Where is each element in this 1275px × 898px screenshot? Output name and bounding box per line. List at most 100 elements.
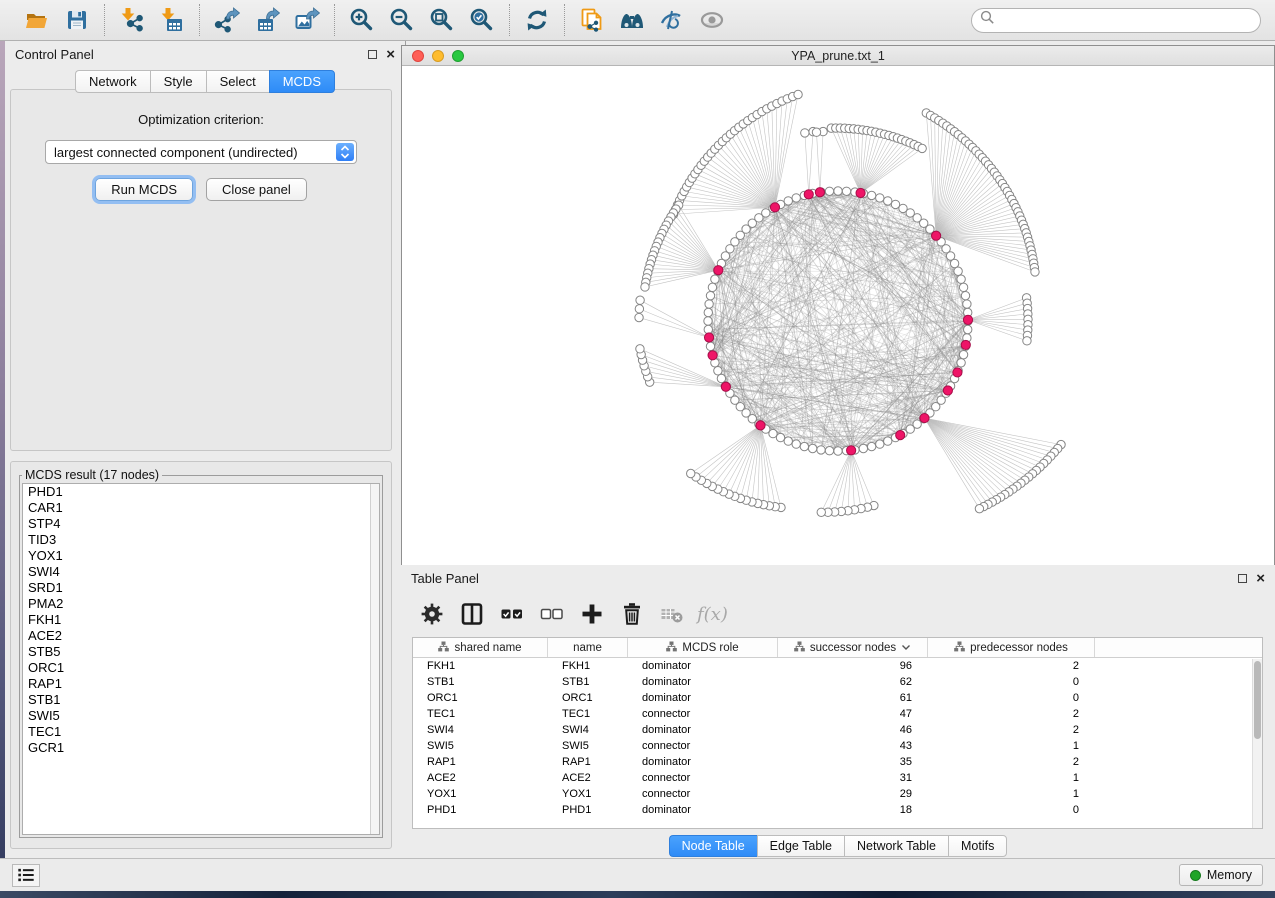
control-panel-tabs: NetworkStyleSelectMCDS	[5, 70, 405, 93]
control-panel-title: Control Panel	[15, 47, 94, 62]
network-window-titlebar[interactable]: YPA_prune.txt_1	[402, 46, 1274, 66]
tab-motifs[interactable]: Motifs	[948, 835, 1007, 857]
hide-panel-icon[interactable]	[656, 4, 688, 36]
mcds-list-scrollbar[interactable]	[370, 484, 379, 834]
refresh-icon[interactable]	[521, 4, 553, 36]
tab-edge-table[interactable]: Edge Table	[757, 835, 844, 857]
mcds-result-item[interactable]: PMA2	[23, 596, 379, 612]
import-table-icon[interactable]	[156, 4, 188, 36]
mcds-result-item[interactable]: SRD1	[23, 580, 379, 596]
close-panel-icon[interactable]: ×	[386, 47, 395, 62]
graph-node	[876, 440, 884, 448]
float-table-panel-icon[interactable]	[1238, 574, 1247, 583]
table-row[interactable]: SWI4SWI4dominator462	[413, 722, 1262, 738]
column-header-name[interactable]: name	[548, 638, 628, 657]
column-header-MCDS-role[interactable]: MCDS role	[628, 638, 778, 657]
binoculars-icon[interactable]	[616, 4, 648, 36]
clone-network-icon[interactable]	[576, 4, 608, 36]
tab-style[interactable]: Style	[150, 70, 206, 93]
show-eye-icon[interactable]	[696, 4, 728, 36]
close-panel-button[interactable]: Close panel	[206, 178, 307, 201]
mcds-result-item[interactable]: STB1	[23, 692, 379, 708]
mcds-result-item[interactable]: ACE2	[23, 628, 379, 644]
column-header-shared-name[interactable]: shared name	[413, 638, 548, 657]
zoom-out-icon[interactable]	[386, 4, 418, 36]
mcds-result-item[interactable]: SWI5	[23, 708, 379, 724]
close-table-panel-icon[interactable]: ×	[1256, 571, 1265, 586]
cell-successor-nodes: 29	[778, 786, 928, 802]
network-graph-canvas[interactable]	[402, 66, 1274, 565]
column-header-predecessor-nodes[interactable]: predecessor nodes	[928, 638, 1095, 657]
mcds-result-item[interactable]: FKH1	[23, 612, 379, 628]
graph-node	[975, 504, 983, 512]
save-session-icon[interactable]	[61, 4, 93, 36]
tab-mcds[interactable]: MCDS	[269, 70, 335, 93]
column-header-successor-nodes[interactable]: successor nodes	[778, 638, 928, 657]
mcds-result-item[interactable]: TEC1	[23, 724, 379, 740]
table-row[interactable]: SWI5SWI5connector431	[413, 738, 1262, 754]
mcds-result-item[interactable]: STP4	[23, 516, 379, 532]
table-row[interactable]: ACE2ACE2connector311	[413, 770, 1262, 786]
dominator-node	[847, 446, 856, 455]
table-scrollbar[interactable]	[1252, 659, 1262, 829]
tab-network-table[interactable]: Network Table	[844, 835, 948, 857]
dominator-node	[953, 368, 962, 377]
table-row[interactable]: TEC1TEC1connector472	[413, 706, 1262, 722]
graph-node	[704, 325, 712, 333]
table-row[interactable]: ORC1ORC1dominator610	[413, 690, 1262, 706]
mcds-result-item[interactable]: GCR1	[23, 740, 379, 756]
table-row[interactable]: PHD1PHD1dominator180	[413, 802, 1262, 818]
window-minimize-icon[interactable]	[432, 50, 444, 62]
control-panel-header: Control Panel ×	[5, 41, 405, 67]
open-file-icon[interactable]	[21, 4, 53, 36]
mcds-result-item[interactable]: TID3	[23, 532, 379, 548]
tab-select[interactable]: Select	[206, 70, 269, 93]
run-mcds-button[interactable]: Run MCDS	[95, 178, 193, 201]
optimization-criterion-select[interactable]: largest connected component (undirected)	[45, 140, 357, 164]
export-table-icon[interactable]	[251, 4, 283, 36]
table-row[interactable]: YOX1YOX1connector291	[413, 786, 1262, 802]
search-input[interactable]	[995, 13, 1252, 27]
search-box[interactable]	[971, 8, 1261, 33]
table-row[interactable]: STB1STB1dominator620	[413, 674, 1262, 690]
mcds-result-item[interactable]: PHD1	[23, 484, 379, 500]
main-area: Control Panel × NetworkStyleSelectMCDS O…	[0, 41, 1275, 858]
table-row[interactable]: RAP1RAP1dominator352	[413, 754, 1262, 770]
mcds-result-item[interactable]: STB5	[23, 644, 379, 660]
zoom-in-icon[interactable]	[346, 4, 378, 36]
tab-node-table[interactable]: Node Table	[669, 835, 757, 857]
deselect-all-icon[interactable]	[535, 597, 569, 631]
cell-predecessor-nodes: 1	[928, 738, 1095, 754]
mcds-result-list[interactable]: PHD1CAR1STP4TID3YOX1SWI4SRD1PMA2FKH1ACE2…	[22, 483, 380, 835]
tab-network[interactable]: Network	[75, 70, 150, 93]
mcds-result-item[interactable]: SWI4	[23, 564, 379, 580]
cell-name: RAP1	[548, 754, 628, 770]
window-close-icon[interactable]	[412, 50, 424, 62]
zoom-fit-icon[interactable]	[426, 4, 458, 36]
export-network-icon[interactable]	[211, 4, 243, 36]
window-zoom-icon[interactable]	[452, 50, 464, 62]
mcds-result-item[interactable]: CAR1	[23, 500, 379, 516]
mcds-result-item[interactable]: YOX1	[23, 548, 379, 564]
sort-desc-icon	[901, 642, 911, 654]
table-scrollbar-thumb[interactable]	[1254, 661, 1261, 739]
gear-icon[interactable]	[415, 597, 449, 631]
cell-shared-name: TEC1	[413, 706, 548, 722]
cell-shared-name: SWI5	[413, 738, 548, 754]
select-all-icon[interactable]	[495, 597, 529, 631]
export-image-icon[interactable]	[291, 4, 323, 36]
memory-button[interactable]: Memory	[1179, 864, 1263, 886]
dominator-node	[721, 382, 730, 391]
import-network-icon[interactable]	[116, 4, 148, 36]
delete-icon[interactable]	[615, 597, 649, 631]
dominator-node	[708, 351, 717, 360]
float-panel-icon[interactable]	[368, 50, 377, 59]
zoom-selected-icon[interactable]	[466, 4, 498, 36]
table-row[interactable]: FKH1FKH1dominator962	[413, 658, 1262, 674]
columns-icon[interactable]	[455, 597, 489, 631]
add-icon[interactable]	[575, 597, 609, 631]
mcds-result-item[interactable]: ORC1	[23, 660, 379, 676]
mcds-result-item[interactable]: RAP1	[23, 676, 379, 692]
task-history-button[interactable]	[12, 864, 40, 887]
graph-node	[792, 194, 800, 202]
